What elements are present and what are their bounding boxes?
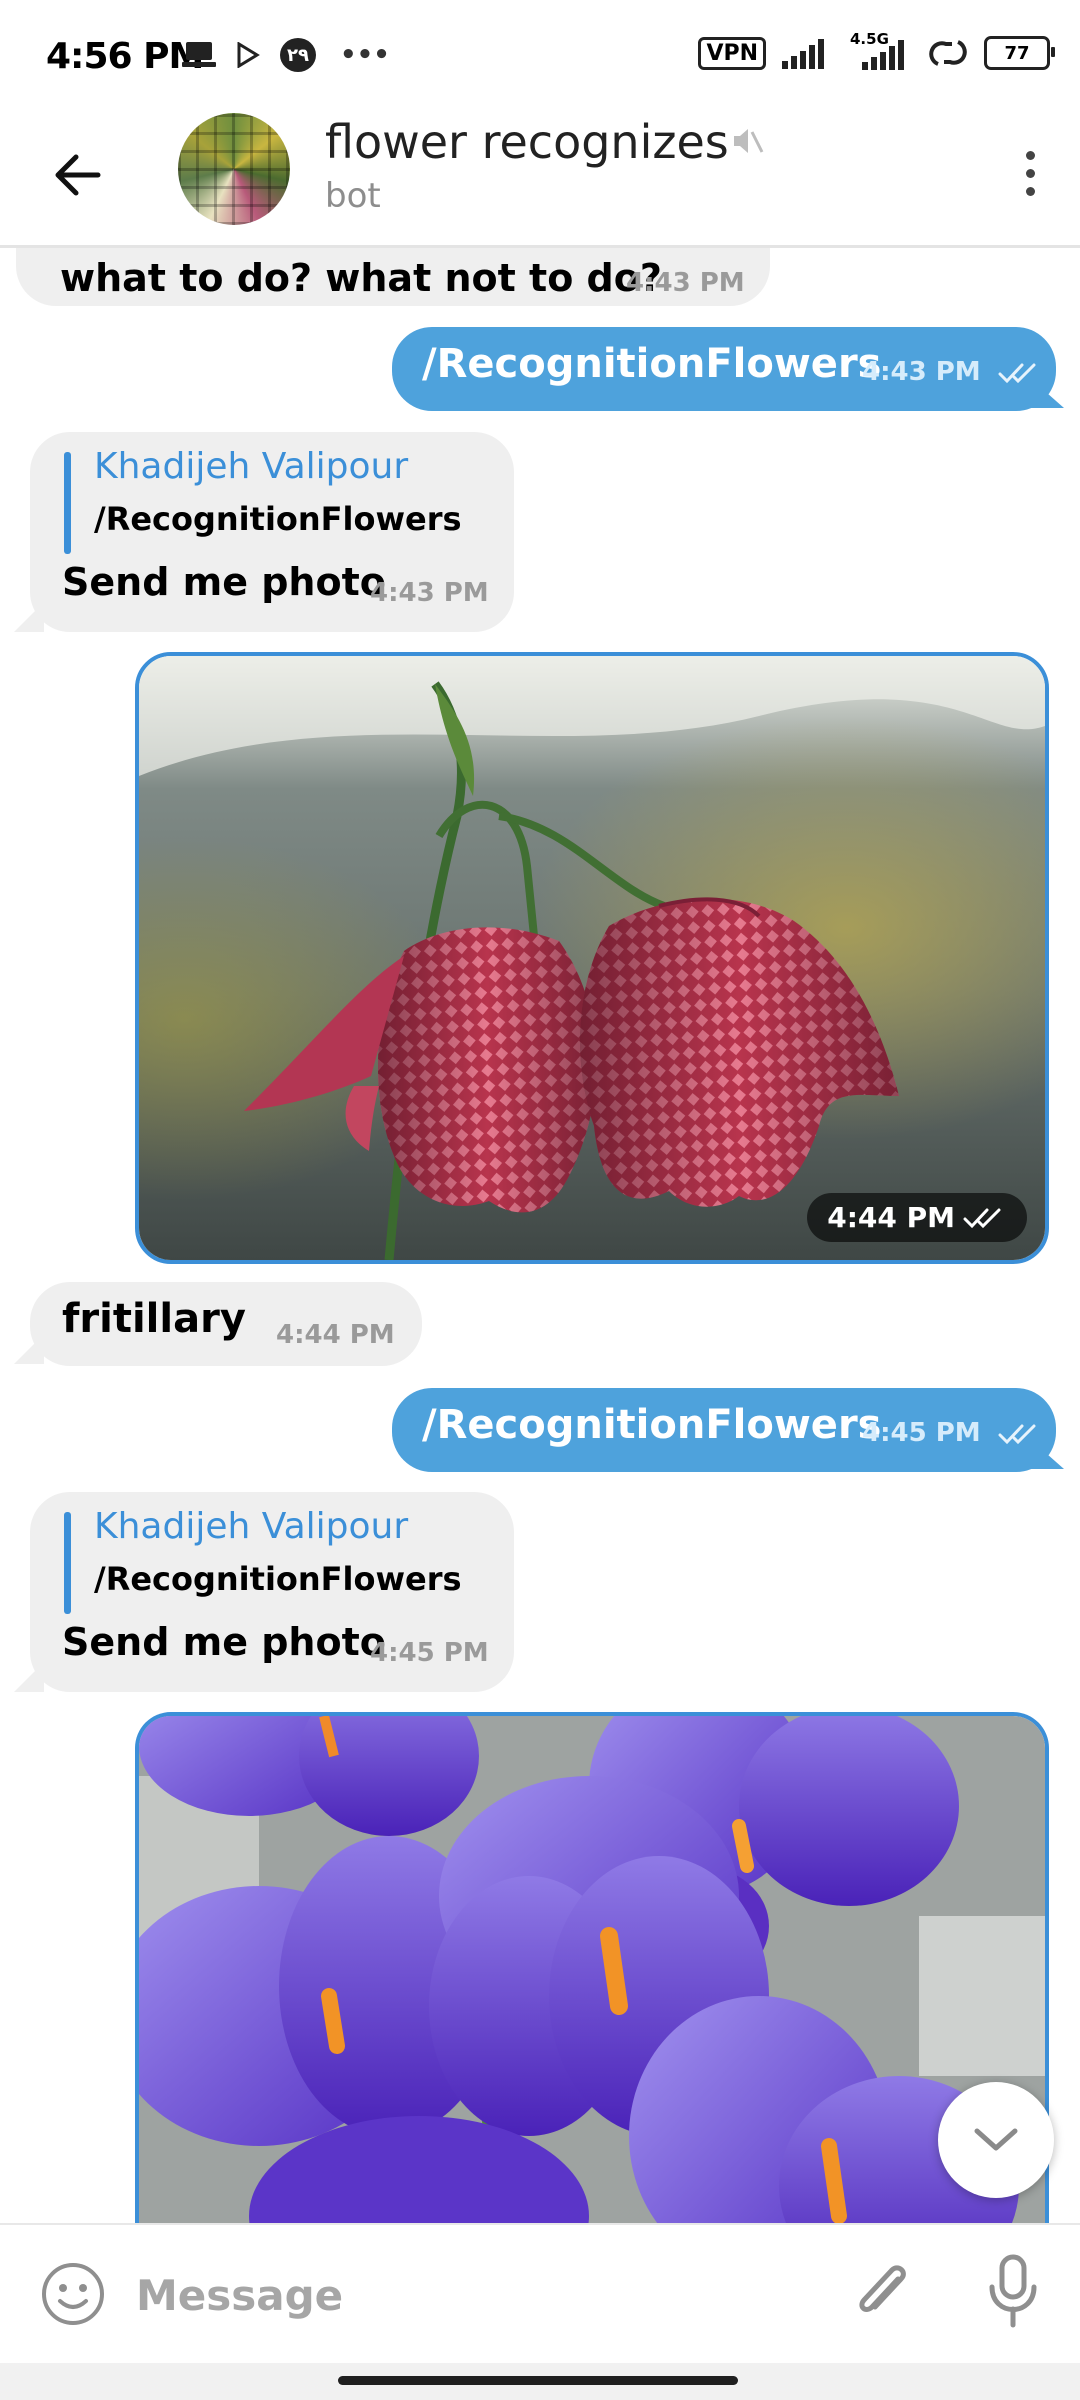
microphone-icon <box>989 2254 1037 2328</box>
more-vert-icon[interactable] <box>1000 138 1060 208</box>
message-text: /RecognitionFlowers <box>422 341 882 387</box>
play-icon <box>236 38 260 72</box>
reply-bar <box>64 1512 71 1614</box>
attach-button[interactable] <box>850 2257 916 2333</box>
reply-text: /RecognitionFlowers <box>94 1560 462 1598</box>
message-outgoing[interactable]: /RecognitionFlowers 4:43 PM <box>392 327 1056 411</box>
vpn-icon: VPN <box>698 36 766 70</box>
message-incoming[interactable]: what to do? what not to do? 4:43 PM <box>16 248 770 306</box>
reply-sender: Khadijeh Valipour <box>94 446 409 487</box>
battery-icon: 77 <box>984 36 1055 70</box>
emoji-icon <box>42 2263 104 2325</box>
home-gesture-handle[interactable] <box>338 2376 738 2385</box>
mute-icon <box>730 124 764 162</box>
chevron-down-icon <box>974 2128 1018 2151</box>
chat-title[interactable]: flower recognizes <box>325 115 729 169</box>
photo-time-badge: 4:44 PM <box>807 1193 1027 1242</box>
message-text: Send me photo <box>62 1620 386 1664</box>
battery-level: 77 <box>1004 42 1030 64</box>
message-text: what to do? what not to do? <box>60 256 662 300</box>
message-time: 4:43 PM <box>862 357 1042 387</box>
paperclip-icon <box>859 2265 906 2312</box>
back-button[interactable] <box>42 140 112 210</box>
reply-text: /RecognitionFlowers <box>94 500 462 538</box>
message-outgoing[interactable]: /RecognitionFlowers 4:45 PM <box>392 1388 1056 1472</box>
message-time: 4:43 PM <box>370 578 489 608</box>
status-right: VPN 4.5G 77 <box>698 30 1055 70</box>
message-incoming[interactable]: Khadijeh Valipour /RecognitionFlowers Se… <box>30 432 514 632</box>
time-label: 4:45 PM <box>862 1418 981 1448</box>
message-incoming[interactable]: Khadijeh Valipour /RecognitionFlowers Se… <box>30 1492 514 1692</box>
double-check-icon <box>998 1424 1036 1444</box>
status-time: 4:56 PM <box>46 36 204 77</box>
emoji-button[interactable] <box>40 2261 106 2331</box>
message-text: fritillary <box>62 1296 246 1342</box>
message-incoming[interactable]: fritillary 4:44 PM <box>30 1282 422 1366</box>
message-time: 4:45 PM <box>862 1418 1042 1448</box>
chat-subtitle: bot <box>325 176 381 216</box>
signal-4g-icon: 4.5G <box>848 30 912 70</box>
time-label: 4:43 PM <box>862 357 981 387</box>
time-label: 4:44 PM <box>827 1201 955 1234</box>
double-check-icon <box>998 363 1036 383</box>
hotspot-icon <box>929 40 967 66</box>
message-time: 4:45 PM <box>370 1638 489 1668</box>
scroll-to-bottom-button[interactable] <box>938 2082 1054 2198</box>
message-text: /RecognitionFlowers <box>422 1402 882 1448</box>
back-arrow-icon <box>55 154 101 196</box>
laptop-icon <box>182 38 216 72</box>
more-notifications-icon: ••• <box>340 40 390 70</box>
message-input-bar <box>0 2223 1080 2365</box>
microphone-button[interactable] <box>985 2253 1041 2333</box>
double-check-icon <box>963 1208 1001 1228</box>
chat-area[interactable]: what to do? what not to do? 4:43 PM /Rec… <box>0 248 1080 2223</box>
fritillary-photo <box>139 656 1045 1260</box>
message-time: 4:43 PM <box>626 268 745 298</box>
message-text: Send me photo <box>62 560 386 604</box>
notification-badge: ۲۹ <box>280 38 316 72</box>
reply-bar <box>64 452 71 554</box>
reply-sender: Khadijeh Valipour <box>94 1506 409 1547</box>
message-input[interactable] <box>136 2255 816 2335</box>
status-bar: 4:56 PM ۲۹ ••• VPN 4.5G 77 <box>0 0 1080 110</box>
chat-header: flower recognizes bot <box>0 110 1080 248</box>
photo-message-fritillary[interactable]: 4:44 PM <box>135 652 1049 1264</box>
avatar[interactable] <box>178 113 290 225</box>
crocus-photo <box>139 1716 1045 2223</box>
signal-icon <box>782 39 824 69</box>
photo-message-crocus[interactable] <box>135 1712 1049 2223</box>
message-time: 4:44 PM <box>276 1320 395 1350</box>
